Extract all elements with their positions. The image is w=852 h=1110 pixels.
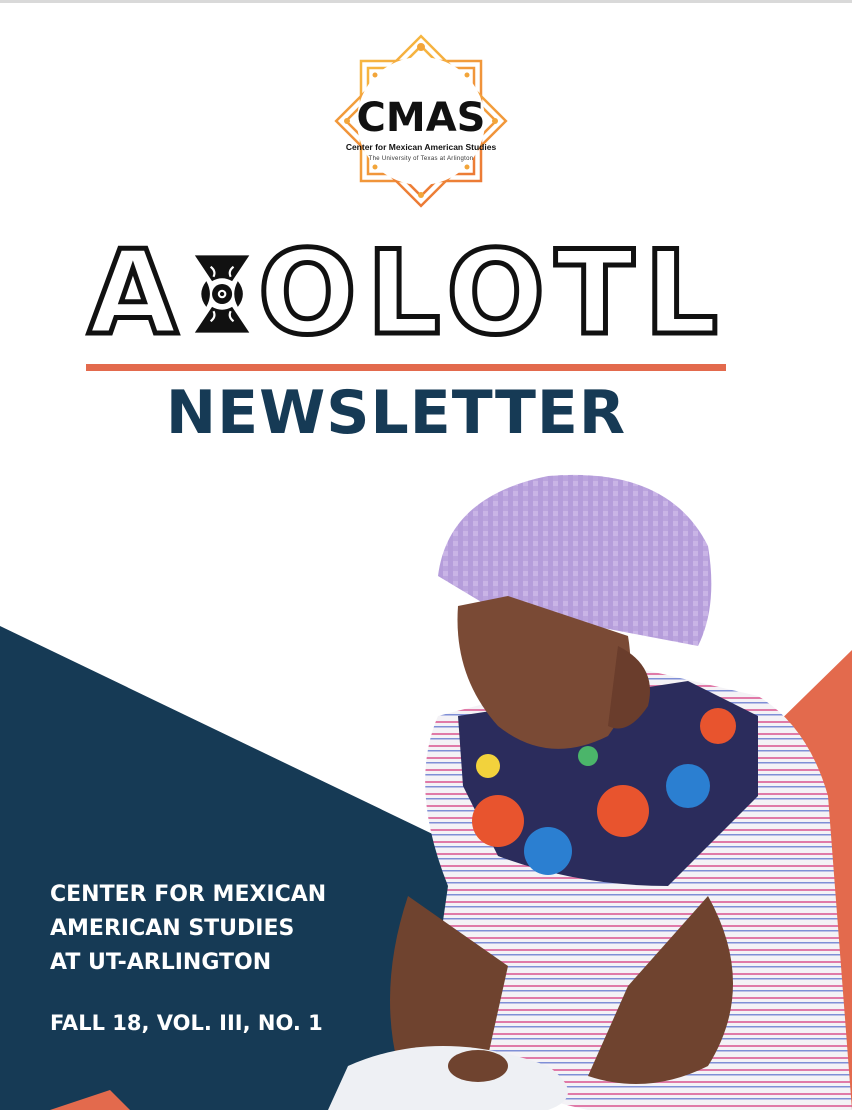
organization-line: AMERICAN STUDIES (50, 916, 295, 941)
logo-university: The University of Texas at Arlington (368, 156, 474, 162)
issue-info: FALL 18, VOL. III, NO. 1 (50, 1011, 323, 1035)
logo-wordmark: CMAS (356, 95, 486, 141)
logo-subtitle: Center for Mexican American Studies (345, 142, 497, 152)
title-underline (86, 364, 726, 371)
organization-line: CENTER FOR MEXICAN (50, 882, 327, 907)
decorative-x-glyph-icon (192, 236, 252, 352)
top-border (0, 0, 852, 3)
woman-embroidering-photo (288, 466, 852, 1110)
organization-line: AT UT-ARLINGTON (50, 950, 272, 975)
organization-name: CENTER FOR MEXICAN AMERICAN STUDIES AT U… (50, 878, 350, 980)
newsletter-title: A OLOTL (86, 226, 728, 361)
cmas-logo: CMAS Center for Mexican American Studies… (328, 28, 514, 214)
newsletter-subtitle: NEWSLETTER (165, 378, 627, 448)
title-letters-before: A (86, 226, 188, 361)
title-letters-after: OLOTL (255, 226, 728, 361)
